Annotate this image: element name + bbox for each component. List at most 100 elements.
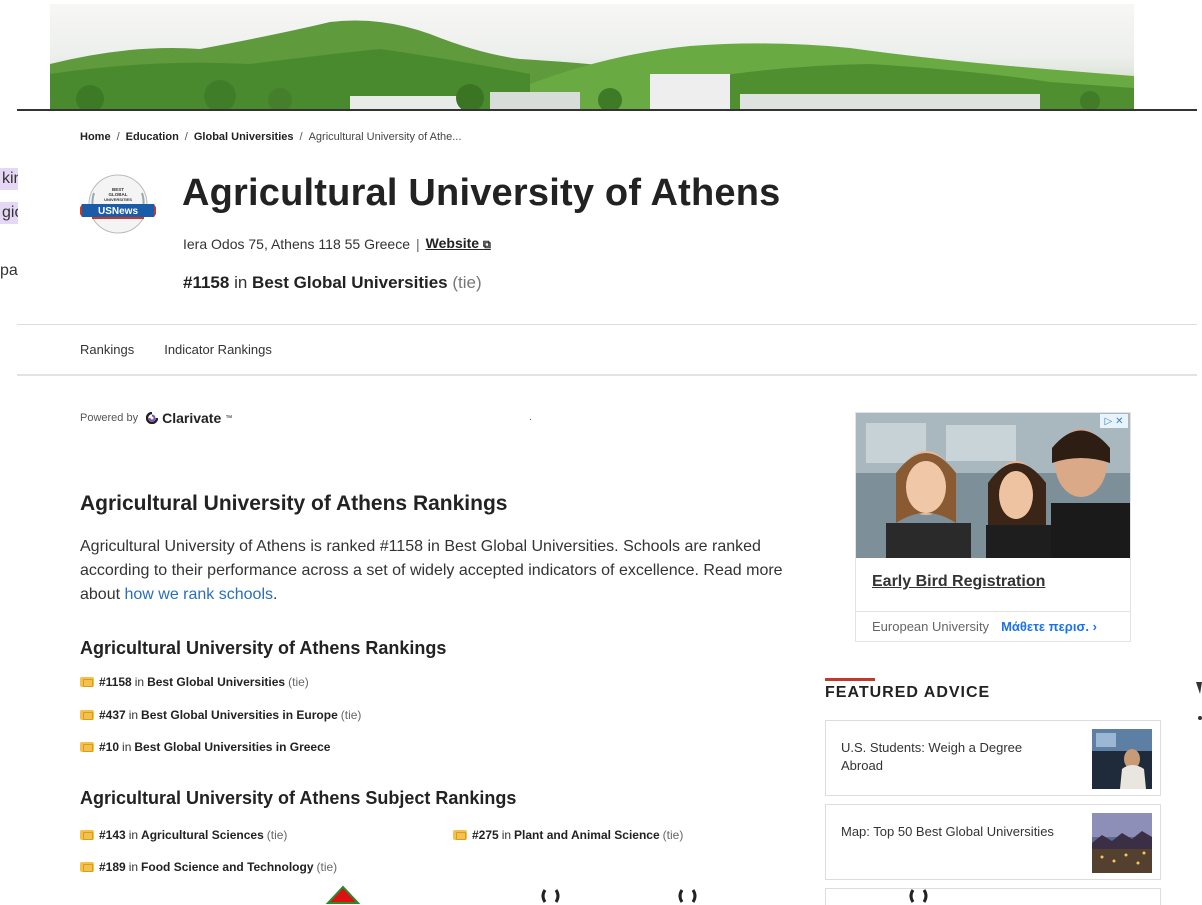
offscreen-right-fragment <box>1194 678 1202 726</box>
rank-item-in: in <box>134 675 145 689</box>
rank-tie: (tie) <box>452 273 482 292</box>
external-link-icon: ⧉ <box>482 239 491 251</box>
hero-banner <box>50 4 1134 110</box>
tabs-divider-top <box>17 324 1197 325</box>
school-address: Iera Odos 75, Athens 118 55 Greece <box>183 235 411 252</box>
ranking-badge-icon <box>453 830 467 840</box>
powered-by-label: Powered by <box>80 412 139 424</box>
rank-item-list: Best Global Universities in Europe <box>141 708 338 722</box>
ranking-badge-icon <box>80 862 94 872</box>
rankings-subheading: Agricultural University of Athens Rankin… <box>80 638 447 658</box>
tab-rankings[interactable]: Rankings <box>80 342 134 357</box>
city-night-photo <box>1092 813 1152 873</box>
rank-item-list: Plant and Animal Science <box>514 828 660 842</box>
ad-cta-label: Μάθετε περισ. <box>1001 619 1089 634</box>
clarivate-mark-icon <box>146 412 159 424</box>
offscreen-sidebar-fragment: kin gio pa <box>0 164 18 294</box>
tab-indicator-rankings[interactable]: Indicator Rankings <box>164 342 272 357</box>
clarivate-trademark: ™ <box>225 414 233 422</box>
rank-item-number: #143 <box>99 828 126 842</box>
ad-cta-button[interactable]: Μάθετε περισ. › <box>1001 619 1097 634</box>
breadcrumb-education[interactable]: Education <box>126 131 179 143</box>
ad-headline[interactable]: Early Bird Registration <box>872 573 1045 591</box>
offscreen-fragment-glyphs <box>1196 682 1202 720</box>
ad-choices-icon[interactable]: ▷ <box>1104 416 1112 427</box>
rank-item-number: #437 <box>99 708 126 722</box>
ad-advertiser: European University <box>872 619 990 634</box>
sidebar-fragment-2[interactable]: gio <box>0 202 18 224</box>
tabs-divider-bottom <box>17 374 1197 376</box>
featured-advice-thumbnail <box>1092 813 1152 873</box>
rank-item-in: in <box>501 828 512 842</box>
rank-item-tie: (tie) <box>266 828 288 842</box>
rank-item[interactable]: #437 in Best Global Universities in Euro… <box>80 708 361 722</box>
breadcrumb-separator: / <box>116 131 120 143</box>
featured-advice-text: Map: Top 50 Best Global Universities <box>841 824 1054 839</box>
breadcrumb-home[interactable]: Home <box>80 131 111 143</box>
breadcrumb-global-universities[interactable]: Global Universities <box>194 131 294 143</box>
how-we-rank-link[interactable]: how we rank schools <box>124 586 273 603</box>
rank-number: #1158 <box>183 273 230 292</box>
featured-advice-heading: FEATURED ADVICE <box>825 684 991 701</box>
rank-item-in: in <box>128 708 139 722</box>
subject-rank-item[interactable]: #275 in Plant and Animal Science (tie) <box>453 828 683 842</box>
breadcrumb: Home / Education / Global Universities /… <box>80 131 461 143</box>
powered-by: Powered by Clarivate ™ <box>80 410 232 426</box>
website-label: Website <box>425 235 480 251</box>
breadcrumb-separator: / <box>299 131 303 143</box>
svg-text:UNIVERSITIES: UNIVERSITIES <box>104 197 132 202</box>
featured-advice-text: U.S. Students: Weigh a Degree Abroad <box>841 740 1023 773</box>
page-title: Agricultural University of Athens <box>182 172 781 214</box>
student-train-photo <box>1092 729 1152 789</box>
rank-in: in <box>234 273 248 292</box>
chevron-right-icon: › <box>1092 619 1097 634</box>
students-photo <box>856 413 1130 558</box>
ranking-badge-icon <box>80 710 94 720</box>
description-end: . <box>273 586 278 603</box>
rank-item-list: Best Global Universities <box>147 675 286 689</box>
rank-item-in: in <box>122 740 132 754</box>
sidebar-fragment-3: pa <box>0 262 18 279</box>
rank-item-tie: (tie) <box>316 860 338 874</box>
address-line: Iera Odos 75, Athens 118 55 Greece | Web… <box>183 235 491 252</box>
rank-item[interactable]: #1158 in Best Global Universities (tie) <box>80 675 309 689</box>
ranking-badge-icon <box>80 830 94 840</box>
rank-item-number: #1158 <box>99 675 132 689</box>
rank-item-number: #275 <box>472 828 499 842</box>
rank-item[interactable]: #10 in Best Global Universities in Greec… <box>80 740 330 754</box>
mountain-landscape-image <box>50 20 1134 110</box>
featured-advice-accent <box>825 678 875 681</box>
rankings-description: Agricultural University of Athens is ran… <box>80 535 800 607</box>
ad-choices[interactable]: ▷ ✕ <box>1100 414 1128 428</box>
clarivate-logo[interactable]: Clarivate ™ <box>146 410 232 426</box>
subject-rank-item[interactable]: #143 in Agricultural Sciences (tie) <box>80 828 287 842</box>
subject-rank-item[interactable]: #189 in Food Science and Technology (tie… <box>80 860 337 874</box>
rank-item-list: Best Global Universities in Greece <box>134 740 331 754</box>
usnews-best-global-badge-logo: BEST GLOBAL UNIVERSITIES USNews <box>80 174 156 234</box>
rank-item-tie: (tie) <box>340 708 362 722</box>
ad-footer: European University Μάθετε περισ. › <box>872 619 1097 634</box>
bottom-icons-fragment <box>325 885 928 904</box>
rank-item-tie: (tie) <box>288 675 309 689</box>
rank-item-in: in <box>128 828 139 842</box>
rankings-heading: Agricultural University of Athens Rankin… <box>80 492 508 515</box>
stray-dot: . <box>529 412 532 423</box>
rank-item-in: in <box>128 860 139 874</box>
featured-advice-card[interactable]: U.S. Students: Weigh a Degree Abroad <box>825 720 1161 796</box>
ranking-badge-icon <box>80 677 94 687</box>
ad-divider <box>856 611 1130 612</box>
featured-advice-thumbnail <box>1092 729 1152 789</box>
ad-image[interactable]: ▷ ✕ <box>856 413 1130 558</box>
featured-advice-card[interactable]: Map: Top 50 Best Global Universities <box>825 804 1161 880</box>
rank-item-tie: (tie) <box>662 828 684 842</box>
advertisement[interactable]: ▷ ✕ Early Bird Registration European Uni… <box>855 412 1131 642</box>
offscreen-bottom-fragment <box>0 885 1202 905</box>
sidebar-fragment-1[interactable]: kin <box>0 168 18 190</box>
overall-rank: #1158 in Best Global Universities (tie) <box>183 273 482 293</box>
subject-rankings-heading: Agricultural University of Athens Subjec… <box>80 788 517 808</box>
ad-close-icon[interactable]: ✕ <box>1115 416 1123 427</box>
website-link[interactable]: Website ⧉ <box>426 235 491 252</box>
breadcrumb-separator: / <box>184 131 188 143</box>
ranking-badge-icon <box>80 742 94 752</box>
rank-item-number: #10 <box>99 740 120 754</box>
